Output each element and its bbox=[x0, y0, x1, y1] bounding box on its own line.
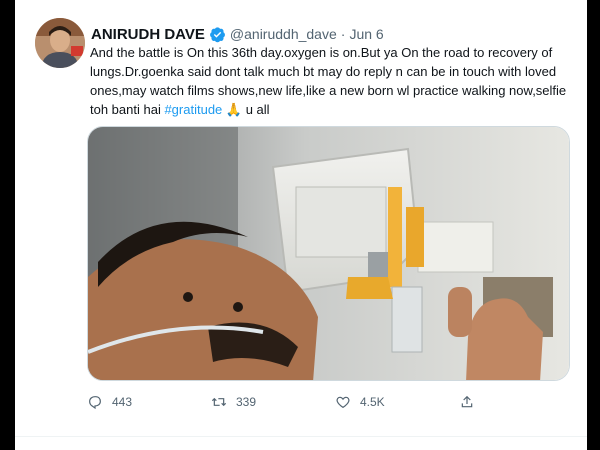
share-button[interactable] bbox=[459, 394, 489, 410]
tweet-body-end: u all bbox=[242, 102, 270, 117]
hospital-selfie-image bbox=[88, 127, 569, 380]
retweet-count: 339 bbox=[236, 395, 257, 409]
share-icon bbox=[461, 395, 473, 408]
tweet-divider bbox=[15, 436, 587, 437]
tweet-text: And the battle is On this 36th day.oxyge… bbox=[90, 43, 570, 119]
avatar[interactable] bbox=[35, 18, 85, 68]
like-button[interactable]: 4.5K bbox=[335, 394, 459, 410]
tweet-card[interactable]: ANIRUDH DAVE @aniruddh_dave · Jun 6 And … bbox=[15, 0, 587, 450]
reply-count: 443 bbox=[112, 395, 133, 409]
reply-button[interactable]: 443 bbox=[87, 394, 211, 410]
author-handle[interactable]: @aniruddh_dave bbox=[230, 26, 337, 42]
hashtag-link[interactable]: #gratitude bbox=[164, 102, 222, 117]
avatar-photo bbox=[35, 18, 85, 68]
reply-icon bbox=[89, 396, 101, 410]
tweet-photo[interactable] bbox=[87, 126, 570, 381]
retweet-button[interactable]: 339 bbox=[211, 394, 335, 410]
header-separator: · bbox=[340, 26, 346, 42]
folded-hands-emoji: 🙏 bbox=[225, 102, 243, 117]
retweet-icon bbox=[211, 397, 227, 407]
tweet-date[interactable]: Jun 6 bbox=[349, 26, 383, 42]
verified-badge-icon bbox=[209, 26, 226, 43]
tweet-header: ANIRUDH DAVE @aniruddh_dave · Jun 6 bbox=[91, 24, 384, 44]
tweet-body: And the battle is On this 36th day.oxyge… bbox=[90, 45, 567, 117]
like-count: 4.5K bbox=[360, 395, 385, 409]
tweet-actions: 443 339 4.5K bbox=[87, 392, 507, 412]
heart-icon bbox=[336, 396, 350, 409]
author-name[interactable]: ANIRUDH DAVE bbox=[91, 26, 205, 43]
